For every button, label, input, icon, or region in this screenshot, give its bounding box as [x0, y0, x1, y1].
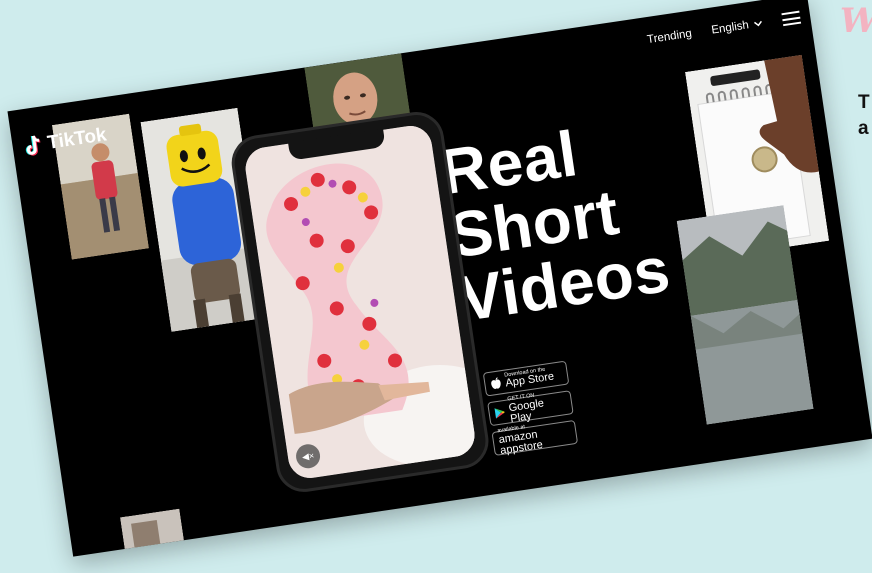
amazon-appstore-badge[interactable]: available at amazon appstore [491, 419, 579, 457]
page-edge-decorative-word: W [840, 4, 872, 38]
nav-trending-link[interactable]: Trending [646, 27, 692, 45]
tiktok-logo-icon [21, 132, 46, 159]
page-edge-text: T a [858, 92, 870, 139]
chevron-down-icon [753, 20, 762, 26]
hamburger-menu-icon[interactable] [781, 10, 802, 27]
top-nav: Trending English [646, 10, 802, 46]
google-play-icon [494, 408, 505, 419]
language-selector[interactable]: English [711, 17, 764, 36]
thumb-bottom-left[interactable] [119, 508, 186, 557]
apple-icon [491, 376, 501, 389]
store-badges: Download on the App Store GET IT ON Goog… [482, 360, 579, 457]
language-label: English [710, 18, 750, 37]
phone-video-cake[interactable] [242, 123, 478, 481]
hero-headline: Real Short Videos [436, 110, 675, 335]
tiktok-site-screenshot: TikTok Trending English ◀× Real Short Vi… [7, 0, 872, 557]
